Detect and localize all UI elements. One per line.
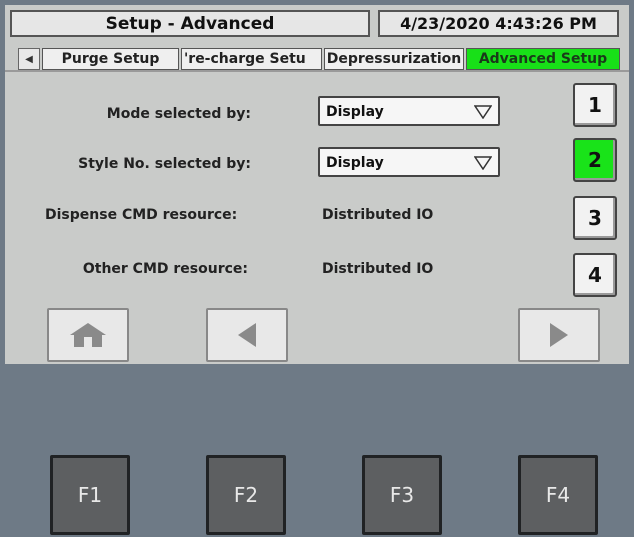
triangle-left-icon xyxy=(238,323,256,347)
other-cmd-resource-label: Other CMD resource: xyxy=(82,261,248,277)
tab-scroll-left-button[interactable]: ◀ xyxy=(18,48,40,70)
style-no-selected-dropdown[interactable]: Display xyxy=(318,147,500,177)
tab-depressurization[interactable]: Depressurization xyxy=(324,48,464,70)
dispense-cmd-resource-label: Dispense CMD resource: xyxy=(45,207,238,223)
other-cmd-resource-value: Distributed IO xyxy=(322,261,434,277)
page-title: Setup - Advanced xyxy=(10,10,370,37)
triangle-right-icon xyxy=(550,323,568,347)
home-icon xyxy=(70,323,106,347)
back-button[interactable] xyxy=(206,308,288,362)
screen-3-button[interactable]: 3 xyxy=(573,196,617,240)
tab-recharge-setup[interactable]: 're-charge Setu xyxy=(181,48,322,70)
screen-1-button[interactable]: 1 xyxy=(573,83,617,127)
mode-selected-label: Mode selected by: xyxy=(106,106,251,122)
chevron-down-icon xyxy=(474,156,492,170)
f3-key[interactable]: F3 xyxy=(362,455,442,535)
tab-advanced-setup[interactable]: Advanced Setup xyxy=(466,48,620,70)
style-no-selected-value: Display xyxy=(326,155,384,171)
tab-separator xyxy=(5,70,629,72)
mode-selected-value: Display xyxy=(326,104,384,120)
chevron-down-icon xyxy=(474,105,492,119)
tab-purge-setup[interactable]: Purge Setup xyxy=(42,48,179,70)
home-button[interactable] xyxy=(47,308,129,362)
f4-key[interactable]: F4 xyxy=(518,455,598,535)
screen-2-button[interactable]: 2 xyxy=(573,138,617,182)
screen-4-button[interactable]: 4 xyxy=(573,253,617,297)
f1-key[interactable]: F1 xyxy=(50,455,130,535)
dispense-cmd-resource-value: Distributed IO xyxy=(322,207,434,223)
datetime-display: 4/23/2020 4:43:26 PM xyxy=(378,10,619,37)
f2-key[interactable]: F2 xyxy=(206,455,286,535)
style-no-selected-label: Style No. selected by: xyxy=(78,156,251,172)
forward-button[interactable] xyxy=(518,308,600,362)
mode-selected-dropdown[interactable]: Display xyxy=(318,96,500,126)
